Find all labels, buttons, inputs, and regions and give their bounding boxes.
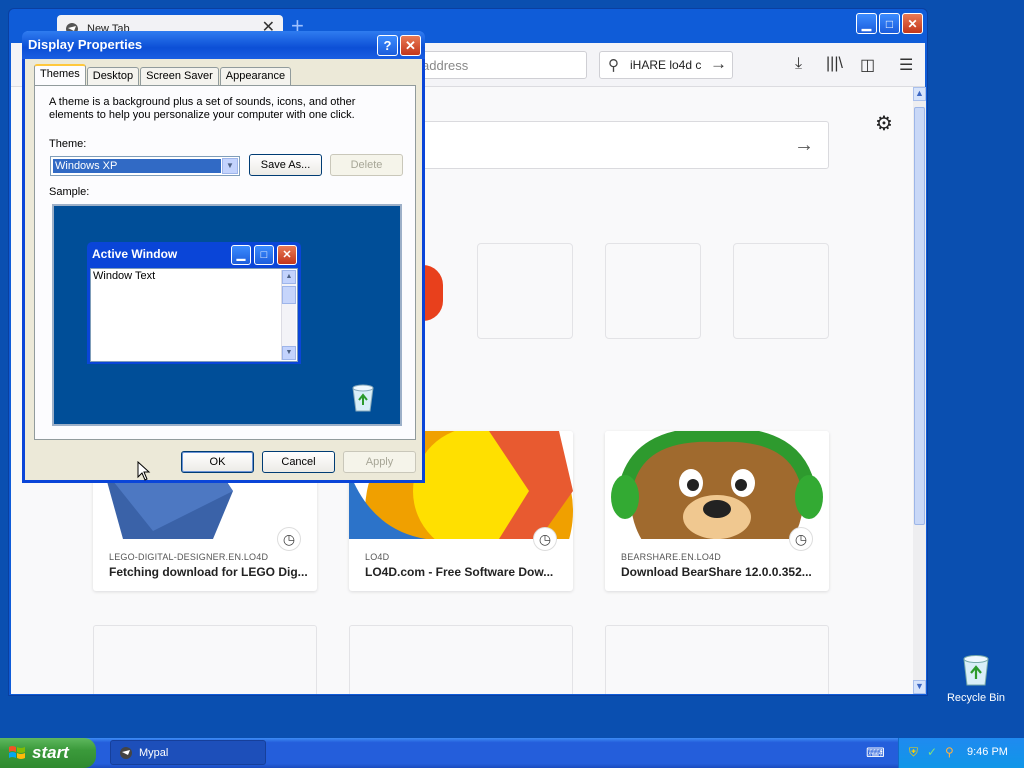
card-host: LEGO-DIGITAL-DESIGNER.EN.LO4D [109,552,269,562]
top-site-tile[interactable] [733,243,829,339]
vertical-scrollbar[interactable]: ▲ ▼ [913,87,926,694]
theme-sample-preview: Active Window ▁ □ ✕ Window Text ▲ ▼ [52,204,402,426]
chevron-down-icon[interactable]: ▼ [222,158,238,174]
system-tray: ⛨ ✓ ⚲ 9:46 PM [898,738,1024,768]
windows-logo-icon [9,746,25,759]
maximize-button[interactable]: □ [879,13,900,34]
close-button[interactable]: ✕ [902,13,923,34]
clock: 9:46 PM [967,746,1008,758]
search-tray-icon[interactable]: ⚲ [945,745,954,759]
url-input[interactable]: address [411,51,587,79]
scroll-down-icon[interactable]: ▼ [913,680,926,694]
recycle-bin-icon [352,384,374,412]
page-search-box[interactable]: → [411,121,829,169]
taskbar-item-label: Mypal [139,746,169,759]
top-site-logo [423,265,443,321]
tab-appearance[interactable]: Appearance [219,67,292,85]
minimize-button[interactable]: ▁ [856,13,877,34]
search-go-icon[interactable]: → [708,54,727,74]
sample-label: Sample: [49,186,90,198]
taskbar-item-mypal[interactable]: Mypal [110,740,266,765]
sample-scrollbar: ▲ ▼ [281,270,296,360]
card-title: Download BearShare 12.0.0.352... [621,565,812,579]
sample-window-text: Window Text [93,270,156,282]
highlight-card[interactable]: ◷ BEARSHARE.EN.LO4D Download BearShare 1… [605,431,829,591]
theme-label: Theme: [49,138,87,150]
search-input[interactable]: ⚲ iHARE lo4d c → [599,51,733,79]
top-site-tile[interactable] [477,243,573,339]
gear-icon[interactable]: ⚙ [875,111,893,136]
mouse-cursor-icon [137,461,151,481]
clock-icon: ◷ [789,527,813,551]
theme-selected-value: Windows XP [53,159,221,173]
start-label: start [32,743,69,762]
recycle-bin-label: Recycle Bin [946,692,1006,704]
library-icon[interactable]: |||\ [826,55,843,73]
cancel-button[interactable]: Cancel [262,451,335,473]
card-title: LO4D.com - Free Software Dow... [365,565,554,579]
minimize-icon: ▁ [231,245,251,265]
card-thumbnail [605,431,829,539]
search-text: iHARE lo4d c [630,58,702,72]
recycle-bin-icon [963,655,989,686]
tab-desktop[interactable]: Desktop [86,67,140,85]
dialog-title: Display Properties [28,37,143,52]
help-button[interactable]: ? [377,35,398,56]
tab-screen-saver[interactable]: Screen Saver [140,67,219,85]
apply-button[interactable]: Apply [343,451,416,473]
search-icon: ⚲ [608,57,619,74]
empty-highlight-card [605,625,829,694]
scroll-thumb[interactable] [914,107,925,525]
sidebar-icon[interactable]: ◫ [860,55,875,75]
maximize-icon: □ [254,245,274,265]
save-as-button[interactable]: Save As... [249,154,322,176]
recycle-bin-desktop-icon[interactable]: Recycle Bin [944,654,1008,704]
scroll-up-icon[interactable]: ▲ [913,87,926,101]
card-title: Fetching download for LEGO Dig... [109,565,308,579]
ok-button[interactable]: OK [181,451,254,473]
card-host: LO4D [365,552,390,562]
clock-icon: ◷ [533,527,557,551]
empty-highlight-card [93,625,317,694]
menu-icon[interactable]: ☰ [899,55,913,75]
display-properties-dialog: Display Properties ? ✕ Themes Desktop Sc… [22,31,425,483]
tab-themes[interactable]: Themes [34,64,86,85]
scroll-thumb [282,286,296,304]
dialog-tabs: Themes Desktop Screen Saver Appearance [34,64,292,85]
clock-icon: ◷ [277,527,301,551]
delete-button[interactable]: Delete [330,154,403,176]
mypal-icon [120,746,132,759]
start-button[interactable]: start [0,738,96,768]
scroll-down-icon: ▼ [282,346,296,360]
scroll-up-icon: ▲ [282,270,296,284]
keyboard-icon[interactable]: ⌨ [866,745,885,761]
themes-panel: A theme is a background plus a set of so… [34,85,416,440]
theme-select[interactable]: Windows XP ▼ [50,156,240,176]
download-icon[interactable]: ⤓ [795,55,802,73]
sample-window-body: Window Text ▲ ▼ [90,268,298,362]
empty-highlight-card [349,625,573,694]
card-host: BEARSHARE.EN.LO4D [621,552,721,562]
arrow-right-icon[interactable]: → [794,134,814,157]
close-icon: ✕ [277,245,297,265]
dialog-titlebar[interactable]: Display Properties ? ✕ [22,31,425,59]
dialog-close-button[interactable]: ✕ [400,35,421,56]
sample-window-title: Active Window [92,247,178,261]
network-icon[interactable]: ✓ [927,745,937,759]
sample-active-window: Active Window ▁ □ ✕ Window Text ▲ ▼ [87,242,301,364]
theme-description: A theme is a background plus a set of so… [49,96,356,121]
security-shield-icon[interactable]: ⛨ [909,745,918,760]
top-site-tile[interactable] [605,243,701,339]
